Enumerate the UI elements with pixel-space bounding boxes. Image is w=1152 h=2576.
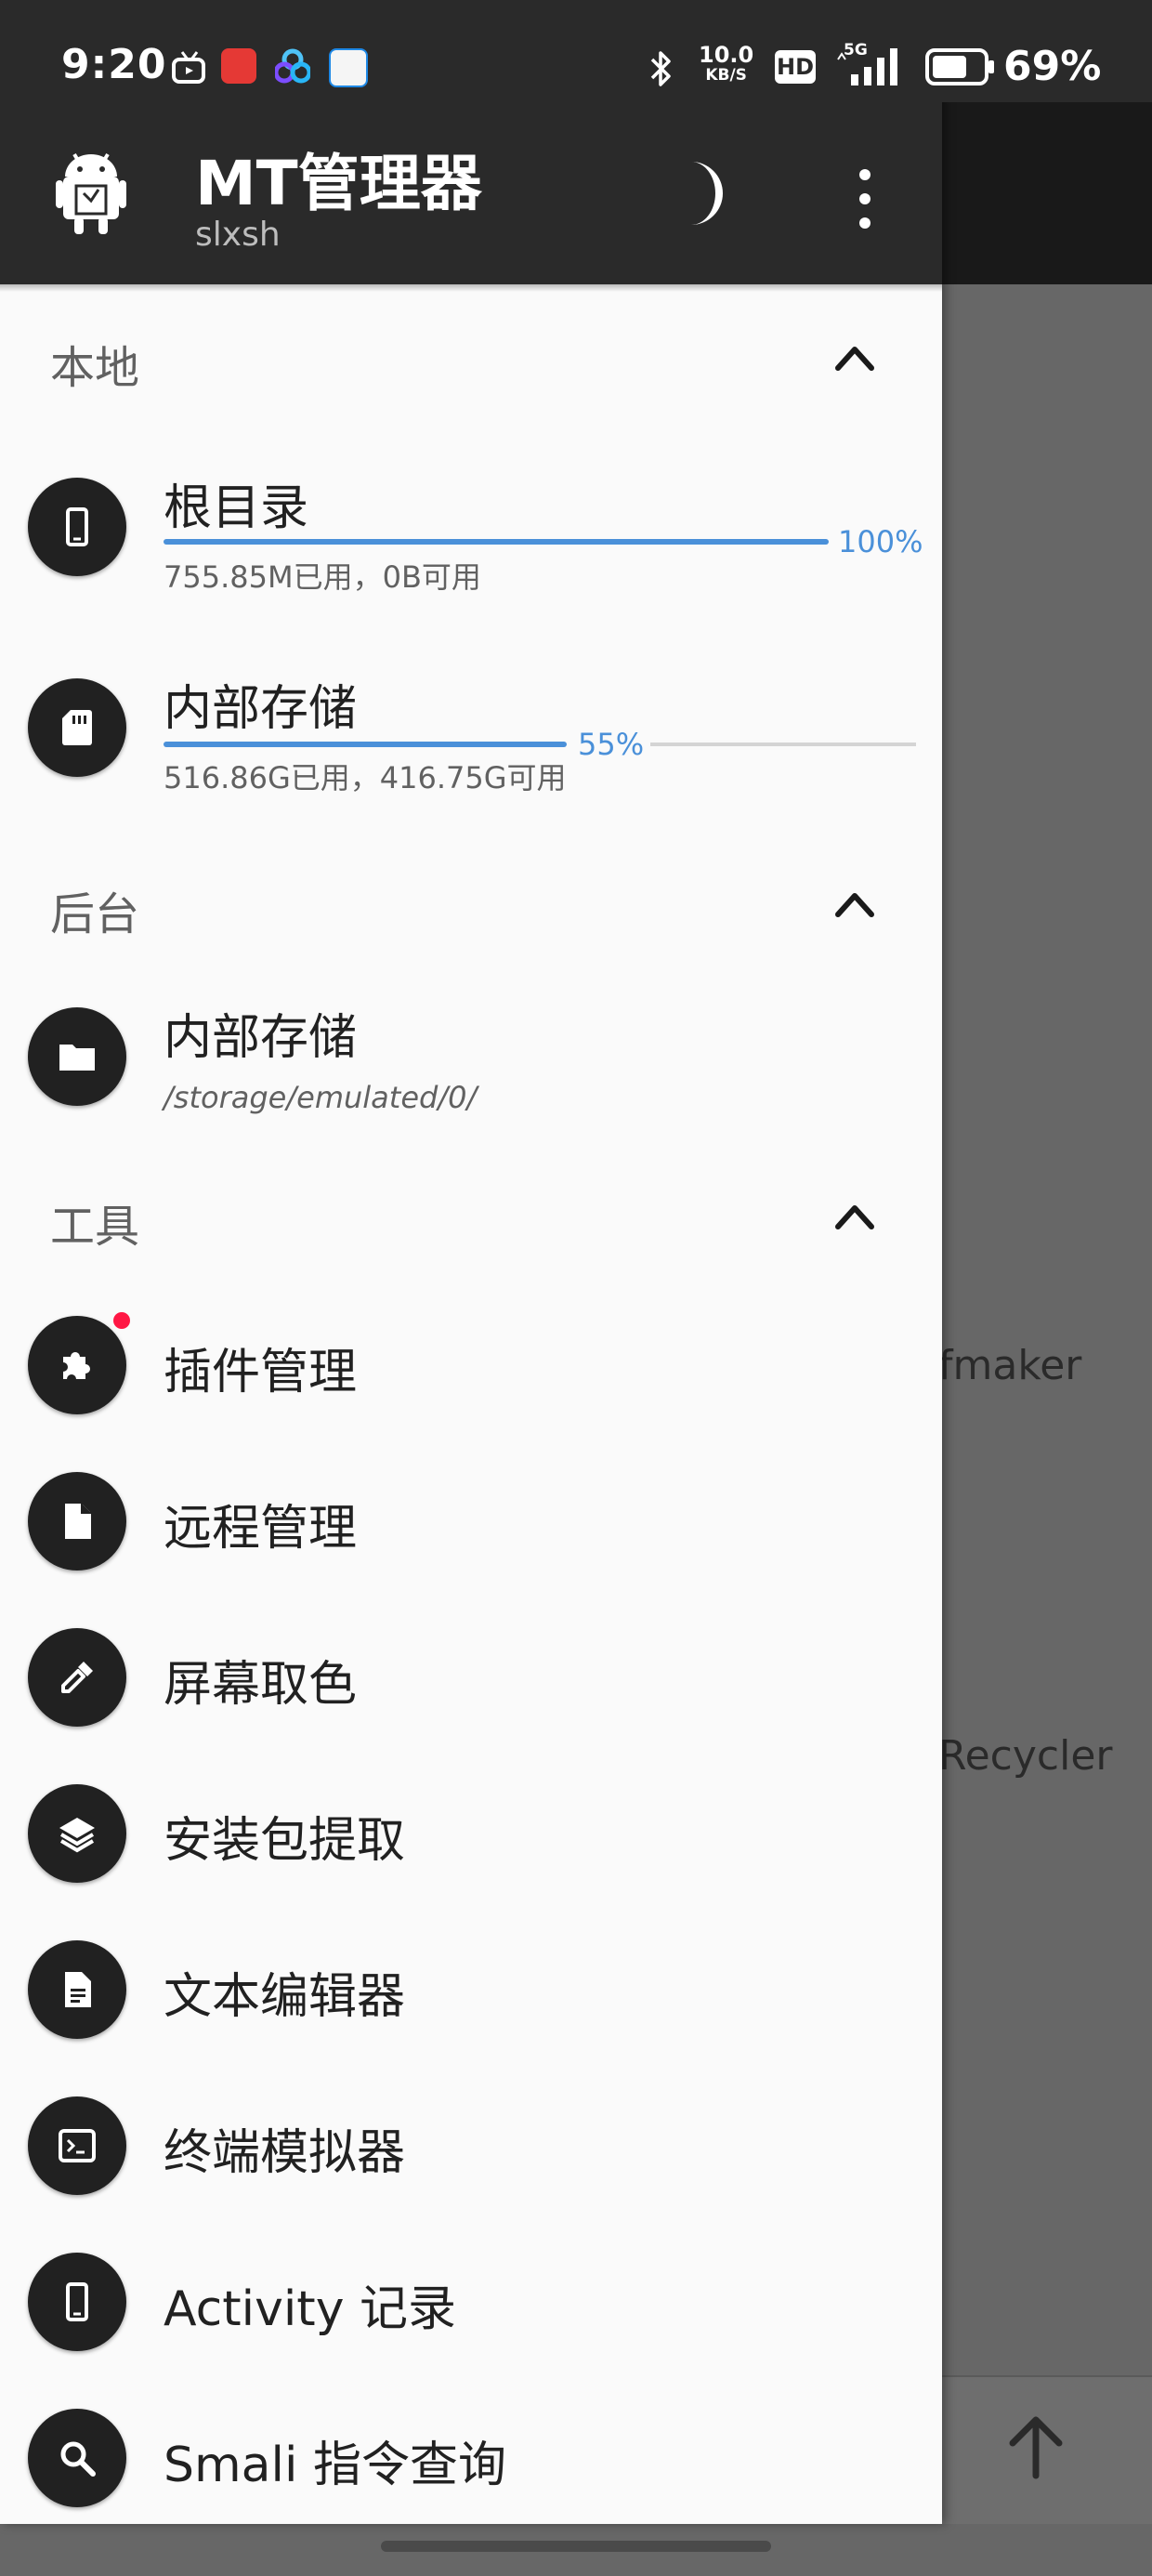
tool-item-remote[interactable]: 远程管理 xyxy=(0,1444,942,1600)
file-icon xyxy=(28,1472,126,1571)
section-header-background[interactable]: 后台 xyxy=(0,857,942,953)
hd-badge: HD xyxy=(775,50,816,84)
section-header-local[interactable]: 本地 xyxy=(0,310,942,407)
eyedropper-icon xyxy=(28,1628,126,1727)
app-notification-icon xyxy=(275,48,310,84)
tool-label: 插件管理 xyxy=(164,1345,358,1400)
section-header-tools[interactable]: 工具 xyxy=(0,1169,942,1266)
storage-item-root[interactable]: 根目录 100% 755.85M已用，0B可用 xyxy=(0,450,942,606)
section-title: 后台 xyxy=(50,888,140,940)
tool-label: 文本编辑器 xyxy=(164,1969,406,2025)
app-title: MT管理器 xyxy=(195,148,482,219)
storage-label: 内部存储 xyxy=(164,681,358,737)
sd-card-icon xyxy=(28,678,126,777)
navigation-drawer: MT管理器 slxsh 本地 根目录 100% 755.85M已用，0B可用 内… xyxy=(0,0,942,2524)
app-subtitle: slxsh xyxy=(195,216,281,254)
tool-label: 安装包提取 xyxy=(164,1813,406,1869)
section-title: 本地 xyxy=(50,342,140,394)
more-vertical-icon[interactable] xyxy=(842,162,888,236)
tool-item-plugins[interactable]: 插件管理 xyxy=(0,1288,942,1444)
tool-label: 终端模拟器 xyxy=(164,2125,406,2181)
chevron-up-icon xyxy=(835,1205,874,1229)
status-bar: 9:20 10.0 KB/S HD 5G 69% xyxy=(0,0,1152,102)
layers-icon xyxy=(28,1784,126,1883)
background-item-path: /storage/emulated/0/ xyxy=(164,1080,478,1115)
tv-icon xyxy=(172,51,205,84)
battery-percent: 69% xyxy=(1003,43,1102,90)
chevron-up-icon xyxy=(835,347,874,371)
bluetooth-icon xyxy=(650,51,671,86)
background-list-text: fmaker xyxy=(938,1342,1082,1389)
storage-usage-text: 755.85M已用，0B可用 xyxy=(164,559,481,595)
document-icon xyxy=(28,1940,126,2039)
background-list-text: Recycler xyxy=(938,1732,1113,1780)
chevron-up-icon xyxy=(835,893,874,917)
network-speed-value: 10.0 xyxy=(699,42,754,68)
tool-label: Activity 记录 xyxy=(164,2281,456,2337)
tool-item-terminal[interactable]: 终端模拟器 xyxy=(0,2069,942,2225)
folder-icon xyxy=(28,1007,126,1106)
storage-usage-bar xyxy=(164,539,829,545)
tool-label: Smali 指令查询 xyxy=(164,2438,506,2493)
storage-usage-track xyxy=(650,743,916,746)
terminal-icon xyxy=(28,2096,126,2195)
puzzle-icon xyxy=(28,1316,126,1414)
search-icon xyxy=(28,2409,126,2507)
storage-usage-bar xyxy=(164,742,567,747)
background-item-label: 内部存储 xyxy=(164,1010,358,1066)
tool-item-smali-lookup[interactable]: Smali 指令查询 xyxy=(0,2381,942,2537)
network-speed: 10.0 KB/S xyxy=(699,42,754,85)
app-notification-icon xyxy=(221,48,256,84)
tool-item-activity-log[interactable]: Activity 记录 xyxy=(0,2225,942,2381)
storage-usage-text: 516.86G已用，416.75G可用 xyxy=(164,760,567,795)
tool-label: 远程管理 xyxy=(164,1501,358,1557)
background-toolbar xyxy=(942,102,1152,284)
network-speed-unit: KB/S xyxy=(705,66,747,85)
android-logo-icon xyxy=(56,152,126,234)
phone-icon xyxy=(28,2253,126,2351)
background-item-internal[interactable]: 内部存储 /storage/emulated/0/ xyxy=(0,979,942,1136)
section-title: 工具 xyxy=(50,1201,140,1253)
signal-icon xyxy=(837,48,897,85)
tool-item-color-picker[interactable]: 屏幕取色 xyxy=(0,1600,942,1756)
arrow-up-icon xyxy=(1009,2416,1063,2479)
drawer-header: MT管理器 slxsh xyxy=(0,102,942,292)
status-time: 9:20 xyxy=(61,41,167,88)
notification-badge xyxy=(113,1312,130,1329)
tool-item-apk-extract[interactable]: 安装包提取 xyxy=(0,1756,942,1912)
storage-item-internal[interactable]: 内部存储 55% 516.86G已用，416.75G可用 xyxy=(0,651,942,807)
phone-icon xyxy=(28,478,126,576)
storage-usage-percent: 100% xyxy=(838,524,923,559)
storage-label: 根目录 xyxy=(164,480,309,536)
moon-icon[interactable] xyxy=(678,158,734,229)
tool-item-text-editor[interactable]: 文本编辑器 xyxy=(0,1912,942,2069)
storage-usage-percent: 55% xyxy=(578,727,645,762)
battery-icon xyxy=(925,48,994,85)
tool-label: 屏幕取色 xyxy=(164,1657,358,1713)
app-notification-icon xyxy=(329,48,368,87)
home-indicator[interactable] xyxy=(381,2541,771,2552)
